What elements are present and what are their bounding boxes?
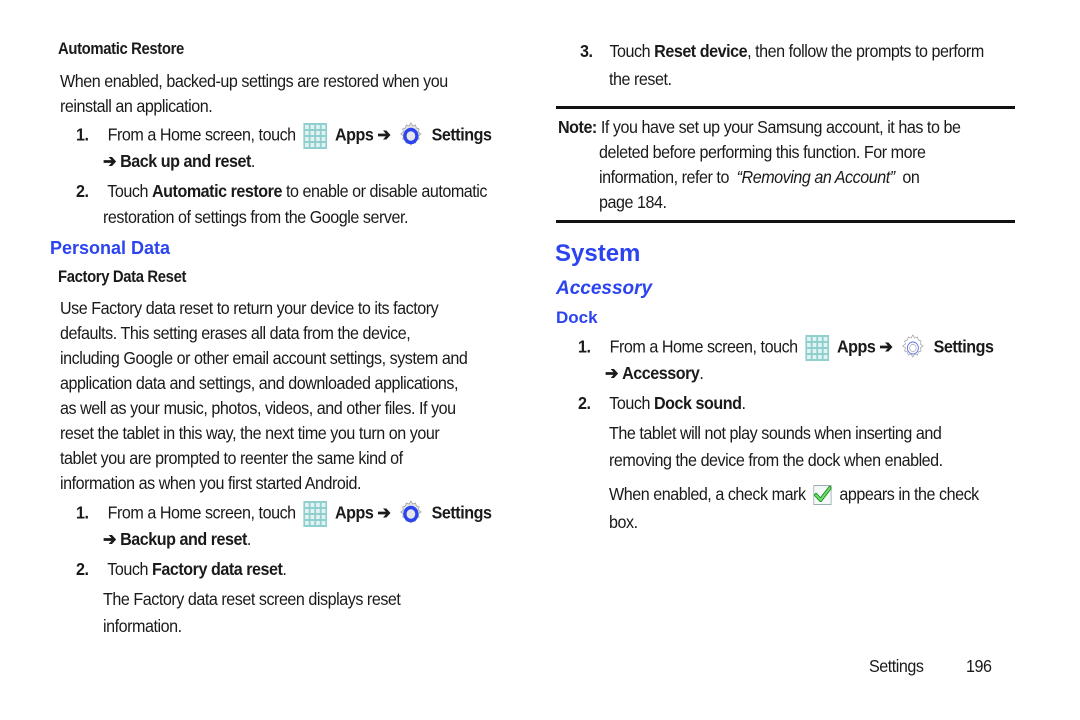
settings-label: Settings — [933, 336, 994, 357]
automatic-restore-intro-line2: reinstall an application. — [60, 96, 213, 116]
dock-heading: Dock — [556, 308, 598, 327]
settings-gear-icon — [398, 122, 424, 150]
menu-path-accessory: Accessory — [622, 363, 700, 383]
factory-reset-para-line: information as when you first started An… — [60, 473, 362, 493]
note-line2: deleted before performing this function.… — [599, 142, 926, 162]
system-heading: System — [555, 240, 641, 267]
reset-step-3-line2: the reset. — [609, 69, 672, 89]
step-number: 1. — [76, 124, 89, 145]
settings-gear-icon — [900, 334, 926, 362]
check-text: When enabled, a check mark — [609, 484, 806, 504]
step-number: 1. — [76, 502, 89, 523]
step-text: Touch — [609, 393, 650, 413]
settings-label: Settings — [431, 124, 492, 145]
period: . — [282, 559, 287, 579]
automatic-restore-heading: Automatic Restore — [58, 40, 184, 58]
reset-device-option: Reset device — [654, 41, 748, 61]
apps-icon — [805, 335, 829, 361]
period: . — [699, 363, 704, 383]
factory-reset-para-line: as well as your music, photos, videos, a… — [60, 398, 456, 418]
apps-label: Apps — [334, 502, 374, 523]
dock-step-1-line2: ➔ Accessory. — [605, 363, 704, 384]
period: . — [741, 393, 747, 413]
step-text: Touch — [609, 41, 651, 61]
step-number: 2. — [76, 559, 89, 579]
dock-step-1: 1. From a Home screen, touch Apps ➔ Sett… — [578, 334, 994, 362]
step-number: 1. — [578, 336, 591, 357]
settings-label: Settings — [431, 502, 492, 523]
factory-reset-result-line2: information. — [103, 616, 182, 636]
factory-reset-para-line: defaults. This setting erases all data f… — [60, 323, 411, 343]
check-mark-icon — [813, 485, 832, 506]
note-bottom-divider — [556, 220, 1015, 223]
menu-path-back-up-and-reset: Back up and reset — [120, 151, 251, 171]
automatic-restore-option: Automatic restore — [152, 181, 282, 201]
step-text: From a Home screen, touch — [107, 502, 297, 523]
arrow-icon: ➔ — [103, 151, 117, 171]
arrow-icon: ➔ — [605, 363, 619, 383]
note-text: If you have set up your Samsung account,… — [600, 117, 961, 137]
automatic-restore-step-1-line2: ➔ Back up and reset. — [103, 151, 255, 172]
arrow-icon: ➔ — [879, 336, 893, 357]
factory-data-reset-heading: Factory Data Reset — [58, 268, 187, 286]
dock-step-2: 2. Touch Dock sound. — [578, 393, 746, 414]
dock-sound-option: Dock sound — [654, 393, 742, 413]
step-text: Touch — [107, 559, 148, 579]
automatic-restore-step-2-line2: restoration of settings from the Google … — [103, 207, 409, 227]
settings-gear-icon — [398, 500, 424, 528]
arrow-icon: ➔ — [103, 529, 117, 549]
accessory-heading: Accessory — [556, 278, 653, 299]
note-text: information, refer to — [599, 167, 729, 187]
step-number: 2. — [578, 393, 591, 413]
apps-icon — [303, 501, 327, 527]
apps-label: Apps — [836, 336, 876, 357]
note-line4: page 184. — [599, 192, 667, 212]
step-text: Touch — [107, 181, 148, 201]
step-text-post: , then follow the prompts to perform — [747, 41, 984, 61]
removing-an-account-link[interactable]: “Removing an Account” — [737, 167, 895, 187]
period: . — [250, 151, 256, 171]
menu-path-backup-and-reset: Backup and reset — [120, 529, 247, 549]
factory-reset-para-line: application data and settings, and downl… — [60, 373, 459, 393]
step-text: From a Home screen, touch — [609, 336, 799, 357]
factory-data-reset-option: Factory data reset — [152, 559, 283, 579]
note-line1: Note: If you have set up your Samsung ac… — [558, 117, 961, 138]
arrow-icon: ➔ — [377, 502, 391, 523]
factory-reset-para-line: tablet you are prompted to reenter the s… — [60, 448, 403, 468]
factory-reset-para-line: reset the tablet in this way, the next t… — [60, 423, 440, 443]
footer-section-label: Settings — [869, 656, 924, 676]
factory-reset-para-line: including Google or other email account … — [60, 348, 468, 368]
step-text-post: to enable or disable automatic — [285, 181, 487, 201]
apps-label: Apps — [334, 124, 374, 145]
apps-icon — [303, 123, 327, 149]
dock-desc-line2: removing the device from the dock when e… — [609, 450, 943, 470]
page-number: 196 — [966, 656, 992, 676]
period: . — [246, 529, 252, 549]
check-text-post: appears in the check — [839, 484, 979, 504]
check-mark-line: When enabled, a check mark appears in th… — [609, 484, 979, 506]
step-number: 2. — [76, 181, 89, 201]
step-text: From a Home screen, touch — [107, 124, 297, 145]
step-number: 3. — [580, 41, 593, 61]
personal-data-heading: Personal Data — [50, 238, 171, 258]
note-line3: information, refer to “Removing an Accou… — [599, 167, 920, 188]
factory-reset-step-1: 1. From a Home screen, touch Apps ➔ Sett… — [76, 500, 492, 528]
automatic-restore-intro-line1: When enabled, backed-up settings are res… — [60, 71, 448, 91]
note-label: Note: — [558, 117, 597, 137]
note-text: on — [902, 167, 920, 187]
factory-reset-result-line1: The Factory data reset screen displays r… — [103, 589, 401, 609]
factory-reset-para-line: Use Factory data reset to return your de… — [60, 298, 439, 318]
dock-desc-line1: The tablet will not play sounds when ins… — [609, 423, 942, 443]
arrow-icon: ➔ — [377, 124, 391, 145]
check-mark-line2: box. — [609, 512, 638, 532]
note-top-divider — [556, 106, 1015, 109]
factory-reset-step-1-line2: ➔ Backup and reset. — [103, 529, 251, 550]
factory-reset-step-2: 2. Touch Factory data reset. — [76, 559, 287, 580]
automatic-restore-step-1: 1. From a Home screen, touch Apps ➔ Sett… — [76, 122, 492, 150]
reset-step-3: 3. Touch Reset device, then follow the p… — [580, 41, 984, 62]
automatic-restore-step-2: 2. Touch Automatic restore to enable or … — [76, 181, 487, 202]
